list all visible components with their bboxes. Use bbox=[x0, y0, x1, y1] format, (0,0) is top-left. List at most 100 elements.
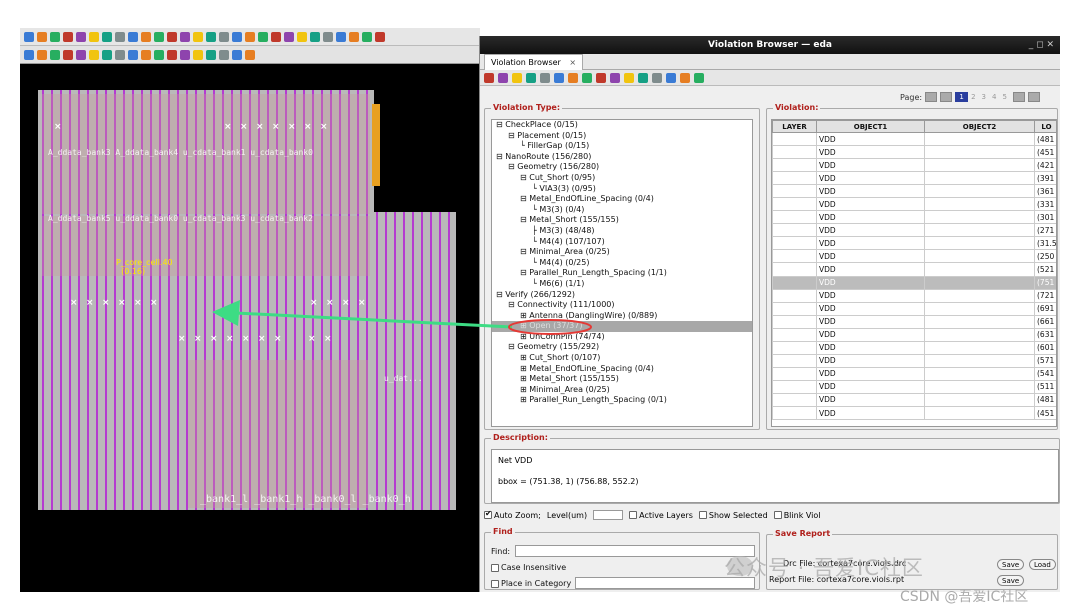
page-5-button[interactable]: 5 bbox=[999, 93, 1009, 101]
violation-marker[interactable]: × bbox=[86, 298, 94, 308]
tree-node[interactable]: ⊟ Placement (0/15) bbox=[492, 131, 752, 142]
toolbar-tool-icon[interactable] bbox=[50, 31, 60, 42]
toolbar-tool-icon[interactable] bbox=[219, 31, 229, 42]
violation-marker[interactable]: × bbox=[326, 298, 334, 308]
expand-icon[interactable]: ⊞ bbox=[520, 311, 529, 320]
level-input[interactable] bbox=[593, 510, 624, 520]
toolbar-tool-icon[interactable] bbox=[271, 31, 281, 42]
table-row[interactable]: VDD (661 bbox=[772, 314, 1056, 329]
collapse-icon[interactable]: ⊟ bbox=[508, 162, 517, 171]
tree-node[interactable]: └ VIA3(3) (0/95) bbox=[492, 184, 752, 195]
tree-node[interactable]: └ M3(3) (0/4) bbox=[492, 205, 752, 216]
table-row[interactable]: VDD (541 bbox=[772, 366, 1056, 381]
prev-page-button[interactable] bbox=[940, 92, 953, 102]
last-page-button[interactable] bbox=[1027, 92, 1040, 102]
page-1-button[interactable]: 1 bbox=[955, 92, 969, 102]
tree-node[interactable]: ⊞ UnConnPin (74/74) bbox=[492, 332, 752, 343]
tree-node[interactable]: ⊟ CheckPlace (0/15) bbox=[492, 120, 752, 131]
tree-node[interactable]: ⊟ Geometry (155/292) bbox=[492, 342, 752, 353]
browser-tool-icon[interactable] bbox=[582, 72, 592, 83]
auto-zoom-option[interactable]: Auto Zoom; bbox=[484, 509, 541, 520]
toolbar-layer-icon[interactable] bbox=[89, 49, 99, 60]
page-3-button[interactable]: 3 bbox=[979, 93, 989, 101]
tree-node[interactable]: └ M6(6) (1/1) bbox=[492, 279, 752, 290]
collapse-icon[interactable]: ⊟ bbox=[508, 300, 517, 309]
expand-icon[interactable]: ⊞ bbox=[520, 395, 529, 404]
tree-node[interactable]: ⊟ Cut_Short (0/95) bbox=[492, 173, 752, 184]
tab-violation-browser[interactable]: Violation Browser × bbox=[484, 54, 584, 70]
violation-type-tree[interactable]: ⊟ CheckPlace (0/15) ⊟ Placement (0/15) └ F… bbox=[491, 119, 753, 427]
window-controls[interactable]: _ ◻ ✕ bbox=[1029, 36, 1054, 54]
violation-marker[interactable]: × bbox=[54, 122, 62, 132]
table-row[interactable]: VDD (331 bbox=[772, 197, 1056, 212]
violation-marker[interactable]: × bbox=[258, 334, 266, 344]
browser-tool-icon[interactable] bbox=[498, 72, 508, 83]
place-in-category-checkbox[interactable] bbox=[491, 579, 499, 588]
toolbar-layer-icon[interactable] bbox=[245, 49, 255, 60]
collapse-icon[interactable]: ⊟ bbox=[520, 194, 529, 203]
blink-viol-option[interactable]: Blink Viol bbox=[773, 511, 821, 520]
table-row[interactable]: VDD (250 bbox=[772, 249, 1056, 264]
toolbar-tool-icon[interactable] bbox=[362, 31, 372, 42]
table-row[interactable]: VDD (481 bbox=[772, 392, 1056, 407]
expand-icon[interactable]: ⊞ bbox=[520, 364, 529, 373]
table-row[interactable]: VDD (481 bbox=[772, 131, 1056, 147]
violation-marker[interactable]: × bbox=[310, 298, 318, 308]
show-selected-option[interactable]: Show Selected bbox=[698, 511, 768, 520]
collapse-icon[interactable]: ⊟ bbox=[520, 173, 529, 182]
collapse-icon[interactable]: ⊟ bbox=[496, 120, 505, 129]
toolbar-tool-icon[interactable] bbox=[310, 31, 320, 42]
violation-marker[interactable]: × bbox=[342, 298, 350, 308]
toolbar-tool-icon[interactable] bbox=[102, 31, 112, 42]
violation-marker[interactable]: × bbox=[256, 122, 264, 132]
violation-marker[interactable]: × bbox=[242, 334, 250, 344]
toolbar-tool-icon[interactable] bbox=[115, 31, 125, 42]
toolbar-tool-icon[interactable] bbox=[37, 31, 47, 42]
show-selected-checkbox[interactable] bbox=[698, 511, 707, 519]
browser-tool-icon[interactable] bbox=[596, 72, 606, 83]
tree-node[interactable]: ⊞ Metal_Short (155/155) bbox=[492, 374, 752, 385]
table-row[interactable]: VDD (361 bbox=[772, 184, 1056, 199]
toolbar-layer-icon[interactable] bbox=[37, 49, 47, 60]
table-row[interactable]: VDD (691 bbox=[772, 301, 1056, 316]
toolbar-tool-icon[interactable] bbox=[375, 31, 385, 42]
save-report-button[interactable]: Save bbox=[997, 575, 1025, 586]
toolbar-layer-icon[interactable] bbox=[180, 49, 190, 60]
browser-tool-icon[interactable] bbox=[666, 72, 676, 83]
tree-node[interactable]: ⊞ Cut_Short (0/107) bbox=[492, 353, 752, 364]
load-drc-button[interactable]: Load bbox=[1029, 559, 1056, 570]
toolbar-tool-icon[interactable] bbox=[167, 31, 177, 42]
find-input[interactable] bbox=[515, 545, 755, 557]
violation-marker[interactable]: × bbox=[194, 334, 202, 344]
violation-marker[interactable]: × bbox=[226, 334, 234, 344]
expand-icon[interactable]: ⊞ bbox=[520, 321, 529, 330]
toolbar-tool-icon[interactable] bbox=[154, 31, 164, 42]
table-row[interactable]: VDD (31.5 bbox=[772, 236, 1056, 251]
tree-node[interactable]: ⊞ Parallel_Run_Length_Spacing (0/1) bbox=[492, 395, 752, 406]
violation-marker[interactable]: × bbox=[210, 334, 218, 344]
violation-marker[interactable]: × bbox=[150, 298, 158, 308]
toolbar-layer-icon[interactable] bbox=[76, 49, 86, 60]
next-page-button[interactable] bbox=[1012, 92, 1025, 102]
collapse-icon[interactable]: ⊟ bbox=[508, 131, 517, 140]
toolbar-tool-icon[interactable] bbox=[141, 31, 151, 42]
toolbar-layer-icon[interactable] bbox=[219, 49, 229, 60]
browser-tool-icon[interactable] bbox=[694, 72, 704, 83]
save-drc-button[interactable]: Save bbox=[997, 559, 1025, 570]
toolbar-tool-icon[interactable] bbox=[258, 31, 268, 42]
toolbar-layer-icon[interactable] bbox=[24, 49, 34, 60]
expand-icon[interactable]: ⊞ bbox=[520, 374, 529, 383]
tree-node[interactable]: ├ M3(3) (48/48) bbox=[492, 226, 752, 237]
toolbar-layer-icon[interactable] bbox=[193, 49, 203, 60]
tree-node[interactable]: ⊟ NanoRoute (156/280) bbox=[492, 152, 752, 163]
toolbar-tool-icon[interactable] bbox=[63, 31, 73, 42]
case-insensitive-option[interactable]: Case Insensitive bbox=[491, 563, 566, 572]
toolbar-tool-icon[interactable] bbox=[128, 31, 138, 42]
toolbar-layer-icon[interactable] bbox=[167, 49, 177, 60]
violation-marker[interactable]: × bbox=[288, 122, 296, 132]
table-row[interactable]: VDD (751 bbox=[772, 275, 1056, 290]
tree-node[interactable]: └ FillerGap (0/15) bbox=[492, 141, 752, 152]
violation-marker[interactable]: × bbox=[358, 298, 366, 308]
toolbar-layer-icon[interactable] bbox=[206, 49, 216, 60]
violation-marker[interactable]: × bbox=[272, 122, 280, 132]
